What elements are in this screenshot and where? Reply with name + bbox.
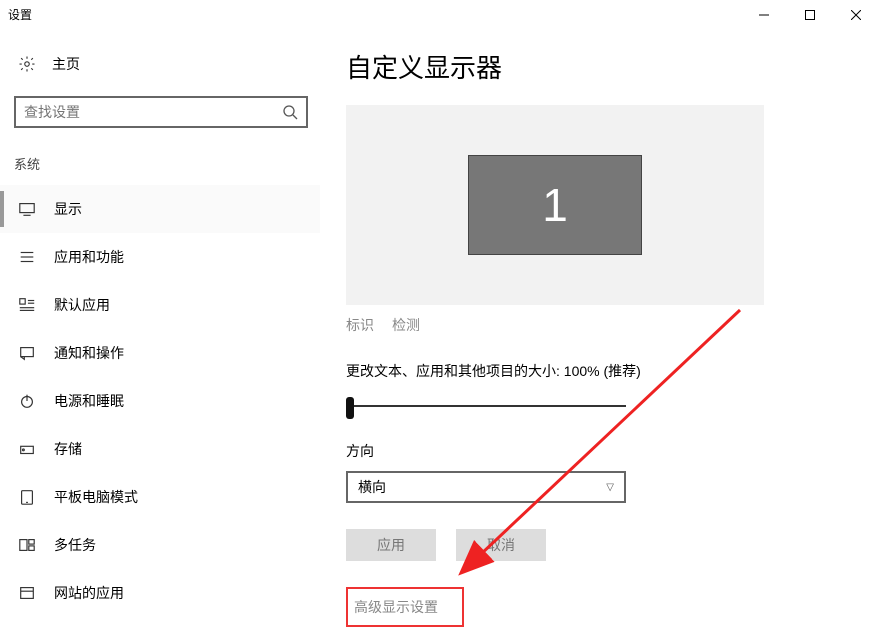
- apply-button[interactable]: 应用: [346, 529, 436, 561]
- sidebar-item-multitask[interactable]: 多任务: [0, 521, 320, 569]
- sidebar-item-label: 通知和操作: [54, 343, 124, 363]
- orientation-select[interactable]: 横向 ▽: [346, 471, 626, 503]
- sidebar-item-label: 电源和睡眠: [54, 391, 124, 411]
- page-title: 自定义显示器: [346, 48, 859, 85]
- preview-links: 标识 检测: [346, 315, 859, 335]
- identify-link[interactable]: 标识: [346, 315, 374, 335]
- scale-label: 更改文本、应用和其他项目的大小: 100% (推荐): [346, 361, 859, 381]
- chevron-down-icon: ▽: [606, 482, 614, 493]
- search-box[interactable]: [14, 96, 308, 128]
- search-input[interactable]: [24, 104, 282, 120]
- home-link[interactable]: 主页: [0, 44, 320, 84]
- apps-icon: [18, 248, 36, 266]
- sidebar-item-power[interactable]: 电源和睡眠: [0, 377, 320, 425]
- window-title: 设置: [0, 6, 32, 23]
- home-label: 主页: [52, 54, 80, 74]
- sidebar-item-notifications[interactable]: 通知和操作: [0, 329, 320, 377]
- slider-track: [354, 405, 626, 407]
- titlebar: 设置: [0, 0, 879, 30]
- storage-icon: [18, 440, 36, 458]
- close-icon: [851, 10, 861, 20]
- scale-slider[interactable]: [346, 395, 626, 419]
- button-row: 应用 取消: [346, 529, 859, 561]
- sidebar-item-default-apps[interactable]: 默认应用: [0, 281, 320, 329]
- sidebar-item-label: 显示: [54, 199, 82, 219]
- default-apps-icon: [18, 296, 36, 314]
- monitor-tile[interactable]: 1: [468, 155, 642, 255]
- gear-icon: [18, 55, 36, 73]
- search-icon: [282, 104, 298, 120]
- close-button[interactable]: [833, 0, 879, 30]
- display-icon: [18, 200, 36, 218]
- sidebar-item-tablet[interactable]: 平板电脑模式: [0, 473, 320, 521]
- tablet-icon: [18, 488, 36, 506]
- sidebar-item-label: 默认应用: [54, 295, 110, 315]
- main-panel: 自定义显示器 1 标识 检测 更改文本、应用和其他项目的大小: 100% (推荐…: [320, 30, 879, 617]
- multitask-icon: [18, 536, 36, 554]
- sidebar-item-web-apps[interactable]: 网站的应用: [0, 569, 320, 617]
- sidebar: 主页 系统 显示 应用和功能 默认应用: [0, 30, 320, 617]
- orientation-label: 方向: [346, 441, 859, 461]
- minimize-button[interactable]: [741, 0, 787, 30]
- sidebar-item-label: 存储: [54, 439, 82, 459]
- slider-thumb[interactable]: [346, 397, 354, 419]
- sidebar-item-display[interactable]: 显示: [0, 185, 320, 233]
- power-icon: [18, 392, 36, 410]
- notifications-icon: [18, 344, 36, 362]
- sidebar-item-label: 应用和功能: [54, 247, 124, 267]
- section-label: 系统: [0, 146, 320, 185]
- sidebar-item-storage[interactable]: 存储: [0, 425, 320, 473]
- detect-link[interactable]: 检测: [392, 315, 420, 335]
- window-controls: [741, 0, 879, 30]
- sidebar-item-apps[interactable]: 应用和功能: [0, 233, 320, 281]
- minimize-icon: [759, 10, 769, 20]
- advanced-display-link[interactable]: 高级显示设置: [346, 587, 464, 627]
- sidebar-item-label: 多任务: [54, 535, 96, 555]
- sidebar-item-label: 网站的应用: [54, 583, 124, 603]
- maximize-icon: [805, 10, 815, 20]
- display-preview: 1: [346, 105, 764, 305]
- cancel-button[interactable]: 取消: [456, 529, 546, 561]
- web-apps-icon: [18, 584, 36, 602]
- sidebar-item-label: 平板电脑模式: [54, 487, 138, 507]
- maximize-button[interactable]: [787, 0, 833, 30]
- orientation-value: 横向: [358, 477, 386, 497]
